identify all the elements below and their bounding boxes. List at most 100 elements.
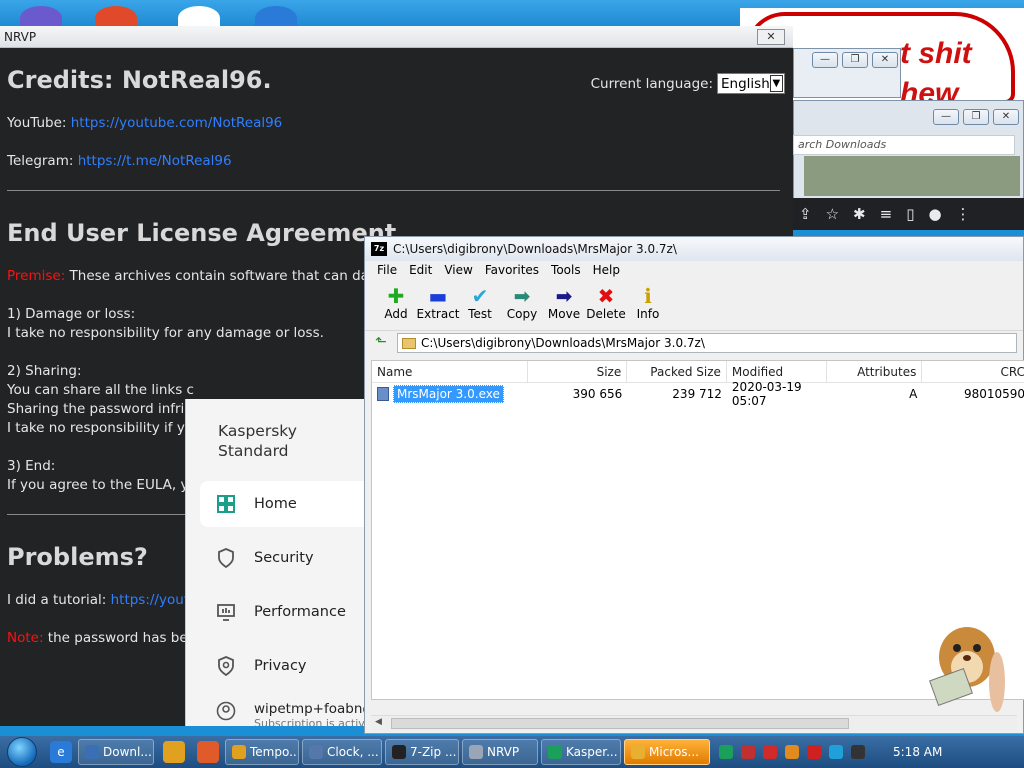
telegram-link[interactable]: https://t.me/NotReal96: [78, 153, 232, 169]
menu-view[interactable]: View: [438, 261, 478, 281]
taskbar-task[interactable]: Clock, ...: [302, 739, 382, 765]
end-title: 3) End:: [7, 458, 56, 474]
toolbar-label: Delete: [586, 307, 626, 321]
tray-icon[interactable]: [741, 745, 755, 759]
toolbar-extract-button[interactable]: ▬ Extract: [416, 281, 460, 330]
taskbar-clock[interactable]: 5:18 AM: [893, 745, 942, 759]
menu-favorites[interactable]: Favorites: [479, 261, 545, 281]
up-folder-icon[interactable]: ⬑: [371, 334, 391, 352]
checkmark-icon: ✔: [471, 284, 489, 308]
tutorial-text: I did a tutorial:: [7, 592, 111, 608]
minimize-button[interactable]: —: [812, 52, 838, 68]
7zip-titlebar[interactable]: 7z C:\Users\digibrony\Downloads\MrsMajor…: [365, 237, 1023, 261]
telegram-line: Telegram: https://t.me/NotReal96: [7, 152, 786, 171]
menu-icon[interactable]: ⋮: [956, 205, 971, 223]
menu-tools[interactable]: Tools: [545, 261, 587, 281]
playlist-icon[interactable]: ≡: [880, 205, 893, 223]
system-tray: [713, 745, 865, 759]
minimize-button[interactable]: —: [933, 109, 959, 125]
tray-icon[interactable]: [829, 745, 843, 759]
tray-icon[interactable]: [719, 745, 733, 759]
menu-edit[interactable]: Edit: [403, 261, 438, 281]
copy-arrow-icon: ➡: [513, 284, 531, 308]
column-modified[interactable]: Modified: [727, 361, 827, 382]
toolbar-test-button[interactable]: ✔ Test: [459, 281, 501, 330]
address-value: C:\Users\digibrony\Downloads\MrsMajor 3.…: [421, 336, 705, 350]
tray-icon[interactable]: [763, 745, 777, 759]
account-email: wipetmp+foabn@: [254, 701, 365, 717]
internet-explorer-icon[interactable]: e: [50, 741, 72, 763]
tools-app-icon[interactable]: [197, 741, 219, 763]
start-button[interactable]: [0, 736, 44, 768]
column-crc[interactable]: CRC: [922, 361, 1024, 382]
scroll-left-icon[interactable]: ◀: [375, 717, 382, 727]
damage-title: 1) Damage or loss:: [7, 306, 136, 322]
task-label: 7-Zip ...: [410, 745, 457, 759]
task-label: Tempo...: [250, 745, 299, 759]
column-packed-size[interactable]: Packed Size: [627, 361, 727, 382]
toolbar-label: Extract: [416, 307, 460, 321]
address-field[interactable]: C:\Users\digibrony\Downloads\MrsMajor 3.…: [397, 333, 1017, 353]
cell-modified: 2020-03-19 05:07: [731, 380, 802, 408]
nrvp-close-button[interactable]: ✕: [757, 29, 785, 45]
extensions-icon[interactable]: ✱: [853, 205, 866, 223]
kaspersky-title: Kaspersky Standard: [218, 422, 297, 460]
taskbar-task[interactable]: NRVP: [462, 739, 538, 765]
toolbar-info-button[interactable]: ℹ Info: [627, 281, 669, 330]
toolbar-copy-button[interactable]: ➡ Copy: [501, 281, 543, 330]
taskbar-task[interactable]: Micros...: [624, 739, 710, 765]
taskbar-task[interactable]: Downl...: [78, 739, 154, 765]
menu-help[interactable]: Help: [587, 261, 626, 281]
cell-packed-size: 239 712: [672, 387, 722, 401]
file-name[interactable]: MrsMajor 3.0.exe: [393, 384, 504, 403]
7zip-toolbar: ✚ Add ▬ Extract ✔ Test ➡ Copy ➡ Move ✖ Delete ℹ Info: [365, 281, 1023, 331]
note-label: Note:: [7, 630, 44, 646]
taskbar-task[interactable]: 7-Zip ...: [385, 739, 459, 765]
kaspersky-nav-privacy[interactable]: Privacy: [200, 643, 365, 689]
horizontal-scrollbar[interactable]: ◀: [371, 715, 1017, 731]
media-app-icon[interactable]: [163, 741, 185, 763]
kaspersky-nav-performance[interactable]: Performance: [200, 589, 365, 635]
table-row[interactable]: MrsMajor 3.0.exe 390 656 239 712 2020-03…: [372, 380, 1024, 408]
toolbar-delete-button[interactable]: ✖ Delete: [585, 281, 627, 330]
task-app-icon: [469, 745, 483, 759]
close-button[interactable]: ✕: [993, 109, 1019, 125]
kaspersky-account[interactable]: wipetmp+foabn@ Subscription is active: [200, 701, 365, 726]
toolbar-add-button[interactable]: ✚ Add: [375, 281, 417, 330]
browser-search-input[interactable]: arch Downloads: [793, 135, 1015, 155]
profile-icon[interactable]: ●: [928, 205, 941, 223]
share-icon[interactable]: ⇪: [799, 205, 812, 223]
language-dropdown[interactable]: English ▼: [717, 73, 785, 94]
kaspersky-nav-security[interactable]: Security: [200, 535, 365, 581]
menu-file[interactable]: File: [371, 261, 403, 281]
task-app-icon: [85, 745, 99, 759]
kaspersky-nav-home[interactable]: Home: [200, 481, 365, 527]
nrvp-titlebar[interactable]: NRVP ✕: [0, 26, 793, 48]
toolbar-move-button[interactable]: ➡ Move: [543, 281, 585, 330]
maximize-button[interactable]: ❐: [842, 52, 868, 68]
column-attributes[interactable]: Attributes: [827, 361, 923, 382]
close-button[interactable]: ✕: [872, 52, 898, 68]
taskbar-task[interactable]: Kasper...: [541, 739, 621, 765]
youtube-link[interactable]: https://youtube.com/NotReal96: [71, 115, 283, 131]
tray-icon[interactable]: [807, 745, 821, 759]
browser-toolbar: ⇪ ☆ ✱ ≡ ▯ ● ⋮: [793, 198, 1024, 230]
taskbar-task[interactable]: Tempo...: [225, 739, 299, 765]
7zip-address-bar: ⬑ C:\Users\digibrony\Downloads\MrsMajor …: [365, 331, 1023, 355]
cell-name: MrsMajor 3.0.exe: [372, 384, 528, 404]
telegram-label: Telegram:: [7, 153, 74, 169]
maximize-button[interactable]: ❐: [963, 109, 989, 125]
column-name[interactable]: Name: [372, 361, 528, 382]
youtube-line: YouTube: https://youtube.com/NotReal96: [7, 114, 786, 133]
tray-icon[interactable]: [851, 745, 865, 759]
sidebar-icon[interactable]: ▯: [906, 205, 914, 223]
language-label: Current language:: [590, 75, 713, 92]
scrollbar-thumb[interactable]: [391, 718, 849, 729]
7zip-title: C:\Users\digibrony\Downloads\MrsMajor 3.…: [393, 242, 677, 256]
column-size[interactable]: Size: [528, 361, 628, 382]
sharing-title: 2) Sharing:: [7, 363, 82, 379]
tray-icon[interactable]: [785, 745, 799, 759]
7zip-menubar: File Edit View Favorites Tools Help: [365, 261, 1023, 281]
account-info: wipetmp+foabn@ Subscription is active: [254, 701, 365, 726]
star-icon[interactable]: ☆: [826, 205, 839, 223]
